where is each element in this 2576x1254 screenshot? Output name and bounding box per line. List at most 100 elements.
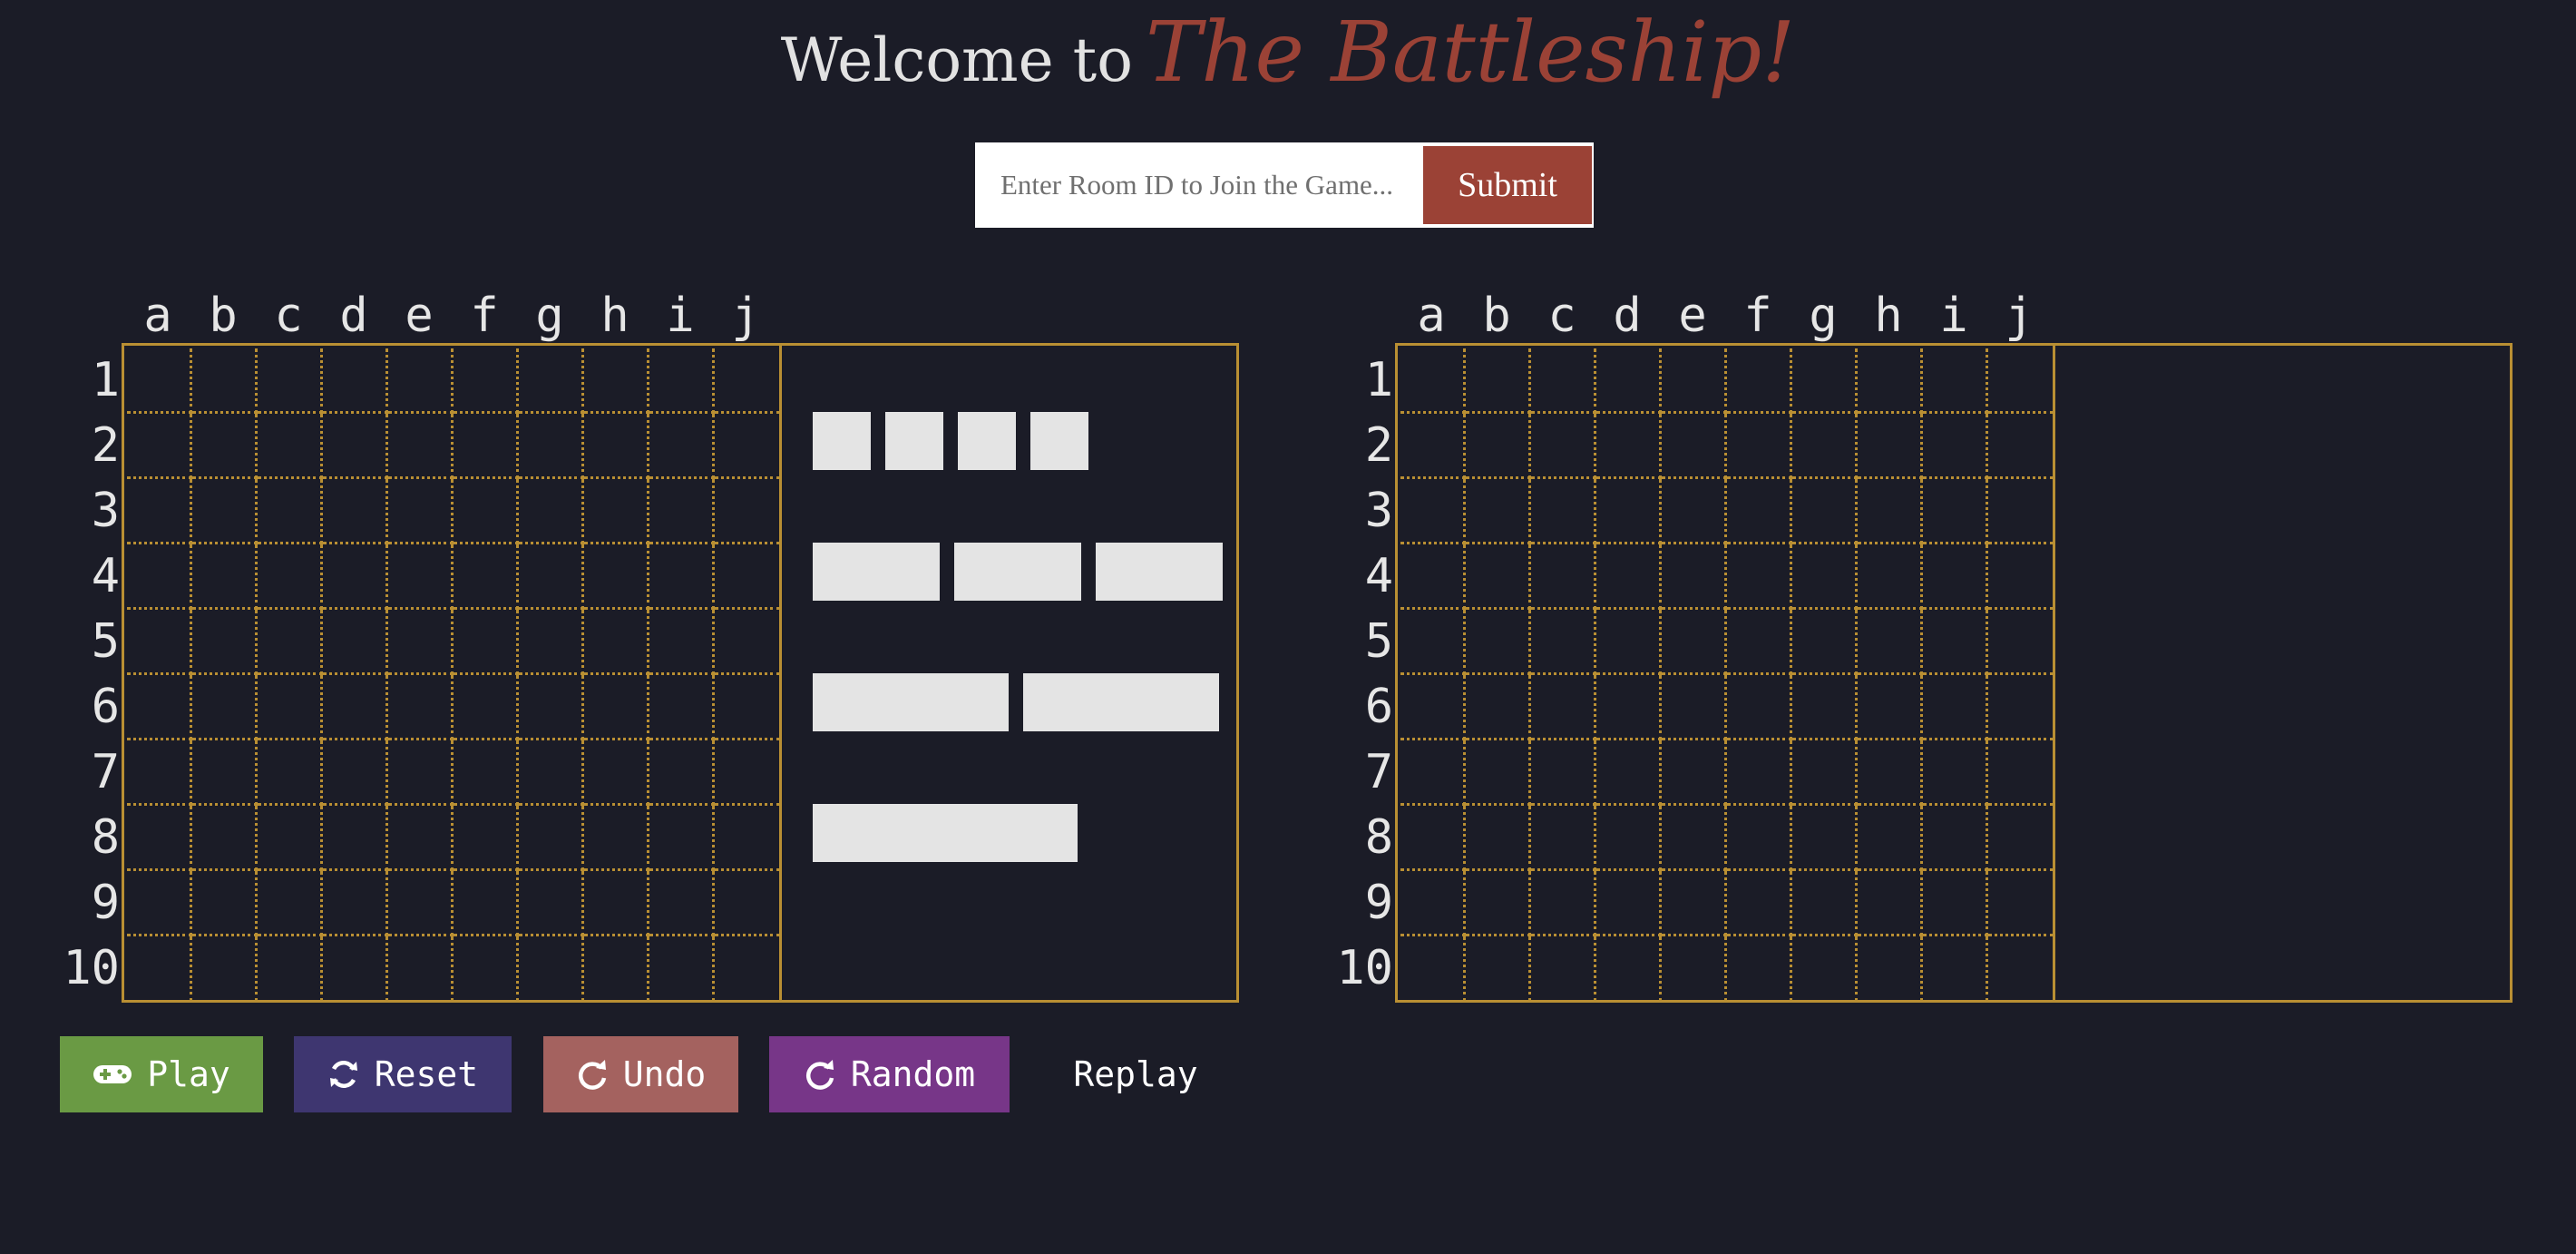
opponent-grid-cell[interactable]	[1988, 871, 2054, 936]
opponent-grid-cell[interactable]	[1988, 348, 2054, 414]
opponent-grid-cell[interactable]	[1727, 675, 1792, 740]
player-grid-cell[interactable]	[715, 675, 780, 740]
player-grid-cell[interactable]	[649, 348, 715, 414]
opponent-grid-cell[interactable]	[1596, 806, 1662, 871]
ship-size-2[interactable]	[813, 543, 940, 601]
player-grid-cell[interactable]	[127, 414, 192, 479]
player-grid-cell[interactable]	[258, 348, 323, 414]
opponent-grid-cell[interactable]	[1923, 544, 1988, 610]
opponent-grid-cell[interactable]	[1662, 806, 1727, 871]
opponent-grid-cell[interactable]	[1988, 414, 2054, 479]
player-grid-cell[interactable]	[584, 479, 649, 544]
room-id-input[interactable]	[977, 144, 1421, 226]
opponent-grid-cell[interactable]	[1988, 479, 2054, 544]
opponent-grid-cell[interactable]	[1923, 936, 1988, 1002]
opponent-grid-cell[interactable]	[1400, 348, 1466, 414]
opponent-grid-cell[interactable]	[1988, 936, 2054, 1002]
opponent-grid-cell[interactable]	[1923, 348, 1988, 414]
player-grid-cell[interactable]	[258, 675, 323, 740]
player-grid-cell[interactable]	[258, 936, 323, 1002]
opponent-grid-cell[interactable]	[1858, 610, 1923, 675]
opponent-grid-cell[interactable]	[1400, 871, 1466, 936]
opponent-grid-cell[interactable]	[1988, 544, 2054, 610]
player-grid-cell[interactable]	[258, 544, 323, 610]
opponent-grid-cell[interactable]	[1792, 806, 1858, 871]
player-grid-cell[interactable]	[519, 675, 584, 740]
player-grid-cell[interactable]	[454, 348, 519, 414]
opponent-grid-cell[interactable]	[1792, 871, 1858, 936]
player-grid-cell[interactable]	[584, 936, 649, 1002]
opponent-grid-cell[interactable]	[1792, 544, 1858, 610]
player-grid-cell[interactable]	[127, 806, 192, 871]
player-grid-cell[interactable]	[715, 544, 780, 610]
opponent-grid-cell[interactable]	[1596, 610, 1662, 675]
opponent-grid-cell[interactable]	[1727, 740, 1792, 806]
opponent-grid-cell[interactable]	[1858, 936, 1923, 1002]
player-grid-cell[interactable]	[715, 871, 780, 936]
opponent-grid-cell[interactable]	[1792, 479, 1858, 544]
player-grid-cell[interactable]	[715, 348, 780, 414]
opponent-grid-cell[interactable]	[1466, 610, 1531, 675]
replay-button[interactable]: Replay	[1039, 1036, 1232, 1112]
opponent-grid-cell[interactable]	[1596, 740, 1662, 806]
opponent-grid-cell[interactable]	[1531, 740, 1596, 806]
player-grid-cell[interactable]	[323, 348, 388, 414]
player-grid-cell[interactable]	[715, 936, 780, 1002]
opponent-grid-cell[interactable]	[1792, 936, 1858, 1002]
submit-button[interactable]: Submit	[1423, 146, 1592, 224]
opponent-grid-cell[interactable]	[1466, 479, 1531, 544]
player-grid-cell[interactable]	[584, 740, 649, 806]
opponent-grid-cell[interactable]	[1662, 544, 1727, 610]
opponent-grid-cell[interactable]	[1400, 414, 1466, 479]
player-grid-cell[interactable]	[454, 675, 519, 740]
player-grid-cell[interactable]	[649, 871, 715, 936]
player-grid-cell[interactable]	[519, 348, 584, 414]
opponent-grid-cell[interactable]	[1727, 479, 1792, 544]
opponent-grid-cell[interactable]	[1531, 936, 1596, 1002]
opponent-grid-cell[interactable]	[1988, 610, 2054, 675]
player-grid-cell[interactable]	[192, 544, 258, 610]
opponent-grid-cell[interactable]	[1596, 871, 1662, 936]
opponent-grid-cell[interactable]	[1466, 740, 1531, 806]
player-grid-cell[interactable]	[715, 610, 780, 675]
player-grid-cell[interactable]	[192, 414, 258, 479]
ship-size-2[interactable]	[1096, 543, 1223, 601]
player-grid-cell[interactable]	[192, 936, 258, 1002]
opponent-grid-cell[interactable]	[1531, 479, 1596, 544]
player-grid-cell[interactable]	[127, 610, 192, 675]
opponent-grid-cell[interactable]	[1923, 740, 1988, 806]
player-grid-cell[interactable]	[388, 871, 454, 936]
opponent-grid-cell[interactable]	[1923, 806, 1988, 871]
opponent-grid-cell[interactable]	[1596, 936, 1662, 1002]
opponent-grid-cell[interactable]	[1662, 871, 1727, 936]
opponent-grid-cell[interactable]	[1792, 740, 1858, 806]
player-grid-cell[interactable]	[323, 479, 388, 544]
player-grid-cell[interactable]	[584, 414, 649, 479]
player-grid-cell[interactable]	[388, 414, 454, 479]
player-grid-cell[interactable]	[323, 936, 388, 1002]
opponent-grid-cell[interactable]	[1466, 936, 1531, 1002]
opponent-grid-cell[interactable]	[1531, 806, 1596, 871]
opponent-grid-cell[interactable]	[1531, 675, 1596, 740]
opponent-grid-cell[interactable]	[1858, 544, 1923, 610]
player-grid-cell[interactable]	[192, 675, 258, 740]
ship-size-3[interactable]	[1023, 673, 1219, 731]
player-grid-cell[interactable]	[323, 610, 388, 675]
player-grid-cell[interactable]	[192, 610, 258, 675]
play-button[interactable]: Play	[60, 1036, 263, 1112]
opponent-grid-cell[interactable]	[1727, 348, 1792, 414]
player-grid-cell[interactable]	[192, 348, 258, 414]
player-grid-cell[interactable]	[258, 740, 323, 806]
player-grid-cell[interactable]	[519, 414, 584, 479]
player-grid-cell[interactable]	[649, 740, 715, 806]
ship-size-1[interactable]	[885, 412, 943, 470]
player-grid-cell[interactable]	[388, 936, 454, 1002]
opponent-grid-cell[interactable]	[1858, 479, 1923, 544]
opponent-grid-cell[interactable]	[1792, 348, 1858, 414]
player-grid-cell[interactable]	[388, 348, 454, 414]
player-grid-cell[interactable]	[323, 675, 388, 740]
opponent-grid-cell[interactable]	[1858, 806, 1923, 871]
player-grid-cell[interactable]	[127, 348, 192, 414]
random-button[interactable]: Random	[769, 1036, 1010, 1112]
opponent-grid-cell[interactable]	[1466, 544, 1531, 610]
